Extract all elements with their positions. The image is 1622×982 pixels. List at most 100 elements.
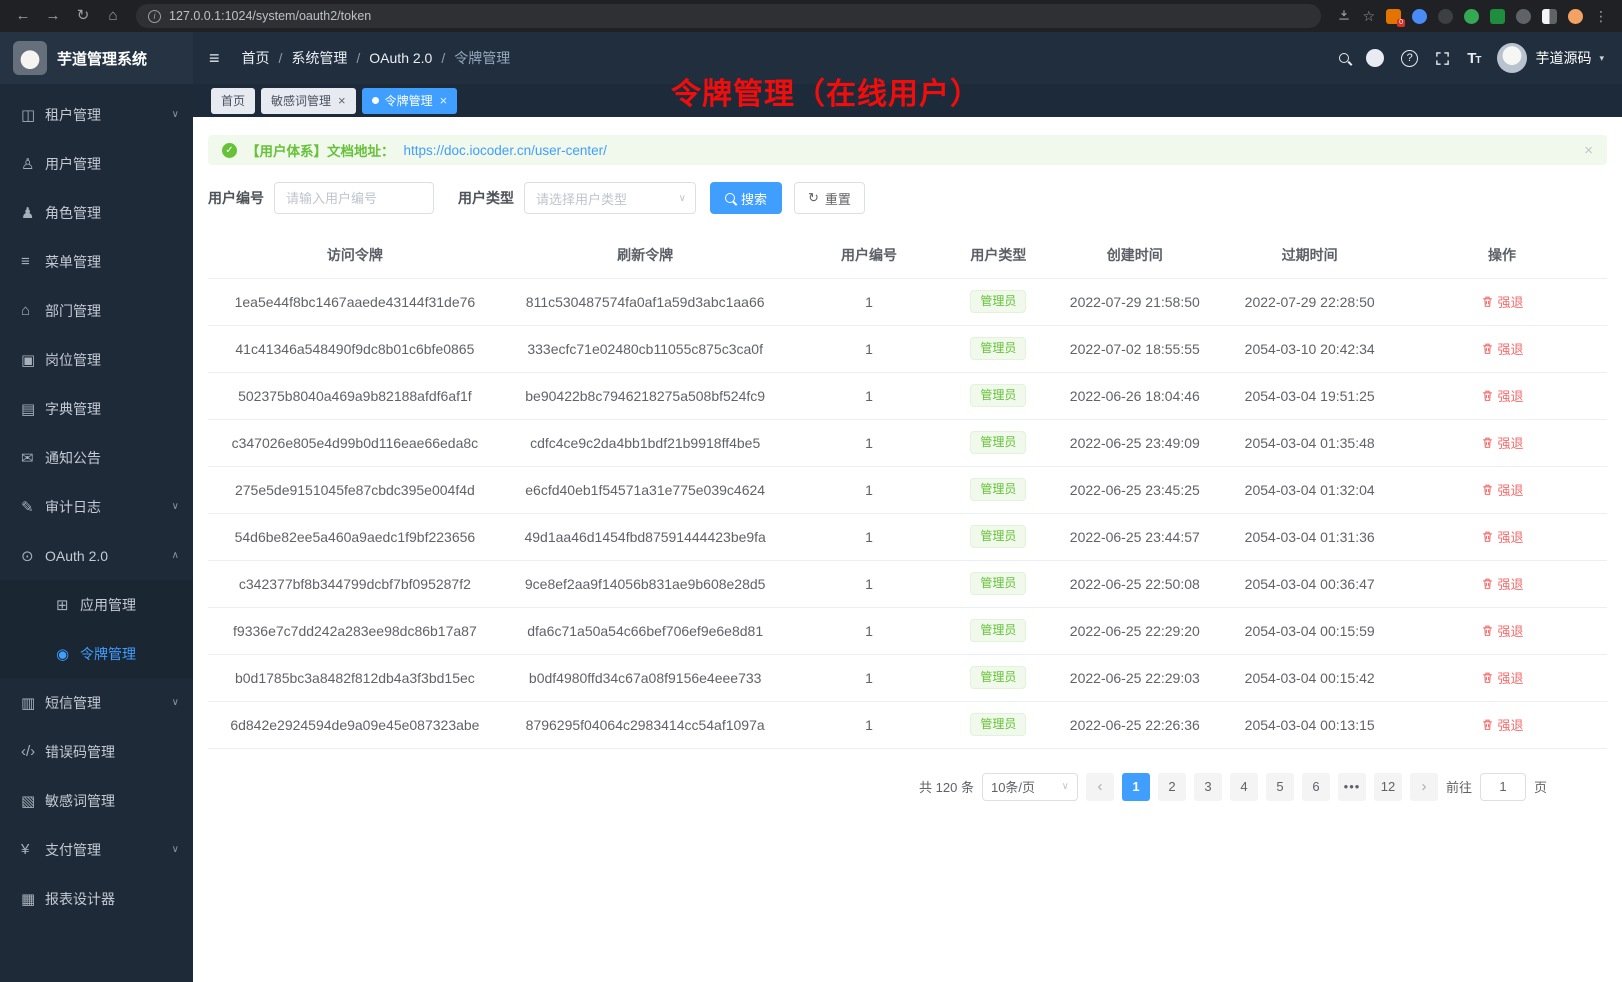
goto-page-input[interactable] xyxy=(1480,773,1526,801)
extension-icon[interactable] xyxy=(1438,9,1453,24)
sidebar-item-role[interactable]: ♟角色管理 xyxy=(0,188,193,237)
browser-menu-kebab-icon[interactable]: ⋮ xyxy=(1594,8,1608,25)
app-logo-row[interactable]: 芋道管理系统 xyxy=(0,32,193,84)
search-button[interactable]: 搜索 xyxy=(710,182,782,214)
force-logout-button[interactable]: 强退 xyxy=(1481,527,1524,546)
sidebar-item-oauth2[interactable]: ⊙OAuth 2.0∧ xyxy=(0,531,193,580)
sidebar-item-app[interactable]: ⊞应用管理 xyxy=(0,580,193,629)
extension-icon[interactable] xyxy=(1542,9,1557,24)
action-cell: 强退 xyxy=(1397,278,1607,325)
page-button-3[interactable]: 3 xyxy=(1194,773,1222,801)
sidebar-item-label: 菜单管理 xyxy=(45,252,179,272)
address-bar[interactable]: i 127.0.0.1:1024/system/oauth2/token xyxy=(136,4,1321,28)
user-id-cell: 1 xyxy=(789,607,950,654)
user-type-badge: 管理员 xyxy=(970,713,1026,736)
user-type-select[interactable]: 请选择用户类型 ∨ xyxy=(524,182,696,214)
force-logout-button[interactable]: 强退 xyxy=(1481,715,1524,734)
column-header-3: 用户类型 xyxy=(949,232,1047,278)
force-logout-button[interactable]: 强退 xyxy=(1481,386,1524,405)
user-type-cell: 管理员 xyxy=(949,654,1047,701)
sidebar-item-dept[interactable]: ⌂部门管理 xyxy=(0,286,193,335)
browser-forward-icon[interactable]: → xyxy=(40,0,66,32)
user-type-badge: 管理员 xyxy=(970,290,1026,313)
browser-toolbar: ☆ 0 ⋮ xyxy=(1337,8,1612,25)
page-button-12[interactable]: 12 xyxy=(1374,773,1402,801)
sidebar-item-report[interactable]: ▦报表设计器 xyxy=(0,874,193,923)
sidebar-item-notice[interactable]: ✉通知公告 xyxy=(0,433,193,482)
browser-reload-icon[interactable]: ↻ xyxy=(70,0,96,32)
tab-close-icon[interactable]: × xyxy=(440,94,448,107)
prev-page-button[interactable]: ‹ xyxy=(1086,773,1114,801)
sidebar-item-post[interactable]: ▣岗位管理 xyxy=(0,335,193,384)
force-logout-button[interactable]: 强退 xyxy=(1481,433,1524,452)
alert-doc-link[interactable]: https://doc.iocoder.cn/user-center/ xyxy=(404,143,607,158)
reset-button[interactable]: ↻ 重置 xyxy=(794,182,865,214)
alert-close-icon[interactable]: × xyxy=(1584,142,1593,159)
browser-home-icon[interactable]: ⌂ xyxy=(100,0,126,32)
refresh-token-cell: 333ecfc71e02480cb11055c875c3ca0f xyxy=(502,325,789,372)
user-type-cell: 管理员 xyxy=(949,372,1047,419)
sidebar-item-sensitive-word[interactable]: ▧敏感词管理 xyxy=(0,776,193,825)
tab-token[interactable]: 令牌管理× xyxy=(362,88,458,114)
extension-puzzle-icon[interactable] xyxy=(1490,9,1505,24)
breadcrumb-item-0[interactable]: 首页 xyxy=(242,48,270,68)
sidebar-item-dict[interactable]: ▤字典管理 xyxy=(0,384,193,433)
sidebar-item-tenant[interactable]: ◫租户管理∨ xyxy=(0,90,193,139)
tab-sensitive-word[interactable]: 敏感词管理 × xyxy=(261,88,356,114)
page-size-select[interactable]: 10条/页 ∨ xyxy=(982,773,1078,801)
user-type-label: 用户类型 xyxy=(458,188,514,208)
font-size-icon[interactable]: TT xyxy=(1467,50,1480,67)
bookmark-star-icon[interactable]: ☆ xyxy=(1362,8,1375,25)
share-icon[interactable] xyxy=(1337,8,1351,25)
page-ellipsis[interactable]: ••• xyxy=(1338,773,1366,801)
breadcrumb-item-2[interactable]: OAuth 2.0 xyxy=(369,50,432,66)
search-icon[interactable] xyxy=(1339,53,1349,63)
page-button-4[interactable]: 4 xyxy=(1230,773,1258,801)
extension-icon[interactable] xyxy=(1516,9,1531,24)
app-logo-icon xyxy=(13,41,47,75)
next-page-button[interactable]: › xyxy=(1410,773,1438,801)
force-logout-button[interactable]: 强退 xyxy=(1481,574,1524,593)
github-icon[interactable] xyxy=(1366,49,1384,67)
page-button-5[interactable]: 5 xyxy=(1266,773,1294,801)
help-icon[interactable]: ? xyxy=(1401,50,1418,67)
user-type-cell: 管理员 xyxy=(949,419,1047,466)
force-logout-button[interactable]: 强退 xyxy=(1481,621,1524,640)
profile-avatar-icon[interactable] xyxy=(1568,9,1583,24)
user-type-select-placeholder: 请选择用户类型 xyxy=(536,189,627,208)
user-menu[interactable]: 芋道源码 ▾ xyxy=(1497,43,1604,73)
force-logout-button[interactable]: 强退 xyxy=(1481,480,1524,499)
sidebar-item-sms[interactable]: ▥短信管理∨ xyxy=(0,678,193,727)
fullscreen-icon[interactable] xyxy=(1435,51,1450,66)
page-button-1[interactable]: 1 xyxy=(1122,773,1150,801)
access-token-cell: b0d1785bc3a8482f812db4a3f3bd15ec xyxy=(208,654,502,701)
table-row: b0d1785bc3a8482f812db4a3f3bd15ecb0df4980… xyxy=(208,654,1607,701)
page-button-2[interactable]: 2 xyxy=(1158,773,1186,801)
breadcrumb-item-1[interactable]: 系统管理 xyxy=(291,48,347,68)
tab-label: 敏感词管理 xyxy=(271,92,331,109)
user-id-input[interactable] xyxy=(274,182,434,214)
dept-icon: ⌂ xyxy=(21,302,45,319)
sidebar-item-token[interactable]: ◉令牌管理 xyxy=(0,629,193,678)
sidebar-item-error-code[interactable]: ‹/›错误码管理 xyxy=(0,727,193,776)
sidebar-item-menu[interactable]: ≡菜单管理 xyxy=(0,237,193,286)
extension-icon[interactable] xyxy=(1464,9,1479,24)
extension-icon[interactable]: 0 xyxy=(1386,9,1401,24)
force-logout-button[interactable]: 强退 xyxy=(1481,668,1524,687)
sidebar-item-pay[interactable]: ¥支付管理∨ xyxy=(0,825,193,874)
sidebar-item-label: 应用管理 xyxy=(80,595,179,615)
user-type-cell: 管理员 xyxy=(949,701,1047,748)
site-info-icon[interactable]: i xyxy=(148,10,161,23)
browser-back-icon[interactable]: ← xyxy=(10,0,36,32)
page-button-6[interactable]: 6 xyxy=(1302,773,1330,801)
sidebar-item-user[interactable]: ♙用户管理 xyxy=(0,139,193,188)
collapse-sidebar-icon[interactable]: ≡ xyxy=(209,48,220,69)
force-logout-button[interactable]: 强退 xyxy=(1481,292,1524,311)
sidebar-item-audit-log[interactable]: ✎审计日志∨ xyxy=(0,482,193,531)
force-logout-button[interactable]: 强退 xyxy=(1481,339,1524,358)
extension-icon[interactable] xyxy=(1412,9,1427,24)
tab-home[interactable]: 首页 xyxy=(211,88,255,114)
user-type-cell: 管理员 xyxy=(949,466,1047,513)
tab-close-icon[interactable]: × xyxy=(338,94,346,107)
action-cell: 强退 xyxy=(1397,325,1607,372)
